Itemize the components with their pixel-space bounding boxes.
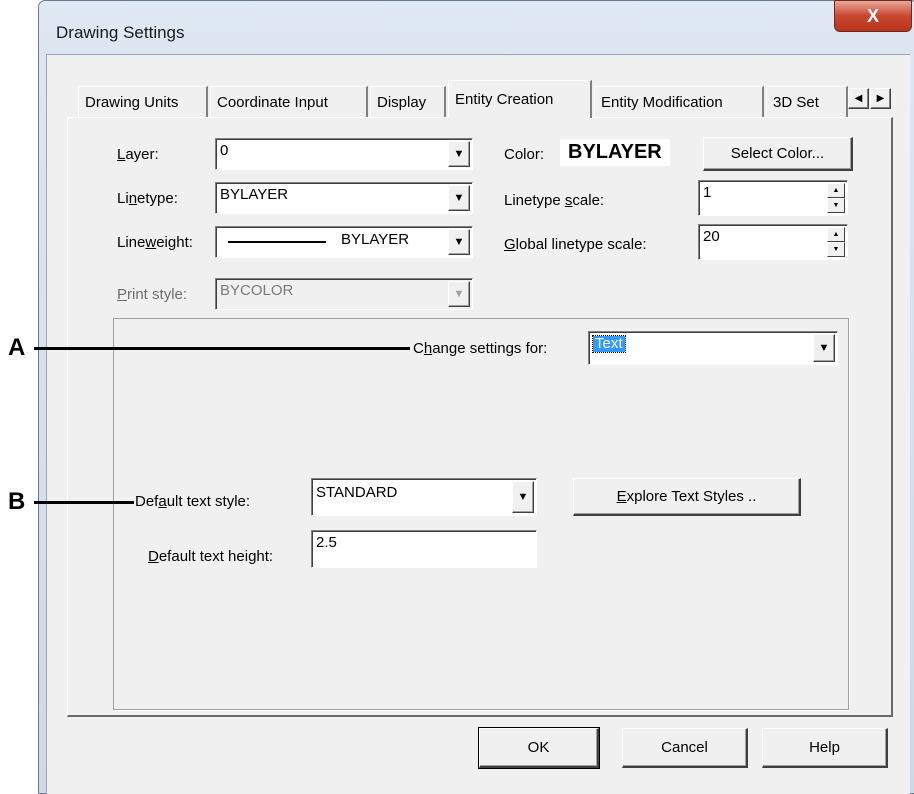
window-title: Drawing Settings: [56, 23, 185, 42]
tab-entity-creation[interactable]: Entity Creation: [448, 80, 592, 118]
linetype-dropdown[interactable]: BYLAYER ▼: [215, 182, 473, 214]
change-settings-dropdown[interactable]: Text ▼: [588, 331, 838, 365]
print-style-dropdown: BYCOLOR ▼: [215, 278, 473, 310]
print-style-label: Print style:: [117, 286, 188, 303]
lineweight-dropdown[interactable]: BYLAYER ▼: [215, 226, 473, 258]
close-icon: X: [866, 5, 879, 26]
explore-text-styles-button[interactable]: Explore Text Styles ..: [573, 478, 801, 516]
layer-dropdown[interactable]: 0 ▼: [215, 138, 473, 170]
annotation-a: A: [8, 334, 26, 361]
help-button[interactable]: Help: [762, 728, 888, 768]
tab-entity-modification[interactable]: Entity Modification: [594, 86, 764, 118]
annotation-b: B: [8, 488, 26, 515]
spin-down-icon[interactable]: ▼: [827, 198, 845, 213]
linetype-scale-spinner[interactable]: 1 ▲ ▼: [698, 180, 848, 216]
cancel-button[interactable]: Cancel: [622, 728, 748, 768]
chevron-down-icon[interactable]: ▼: [448, 185, 470, 211]
tab-scroll-right-icon[interactable]: ▶: [870, 88, 891, 109]
chevron-down-icon[interactable]: ▼: [813, 334, 835, 362]
spin-down-icon[interactable]: ▼: [827, 242, 845, 257]
tab-coordinate-input[interactable]: Coordinate Input: [210, 86, 368, 118]
default-text-style-dropdown[interactable]: STANDARD ▼: [311, 478, 537, 516]
select-color-button[interactable]: Select Color...: [703, 137, 853, 171]
color-value: BYLAYER: [560, 139, 670, 166]
chevron-down-icon[interactable]: ▼: [448, 229, 470, 255]
tab-scroll-left-icon[interactable]: ◀: [848, 88, 869, 109]
tab-display[interactable]: Display: [370, 86, 446, 118]
global-linetype-scale-label: Global linetype scale:: [504, 236, 647, 253]
tab-drawing-units[interactable]: Drawing Units: [78, 86, 208, 118]
annotation-a-line: [34, 347, 410, 350]
linetype-label: Linetype:: [117, 190, 178, 207]
color-label: Color:: [504, 146, 545, 163]
default-text-style-label: Default text style:: [135, 493, 251, 510]
default-text-height-label: Default text height:: [148, 548, 274, 565]
close-button[interactable]: X: [834, 0, 912, 32]
spin-up-icon[interactable]: ▲: [827, 183, 845, 198]
tab-3d-settings[interactable]: 3D Set: [766, 86, 848, 118]
layer-label: Layer:: [117, 146, 159, 163]
ok-button[interactable]: OK: [478, 727, 600, 769]
chevron-down-icon[interactable]: ▼: [448, 141, 470, 167]
linetype-scale-label: Linetype scale:: [504, 192, 605, 209]
default-text-height-input[interactable]: 2.5: [311, 530, 537, 568]
spin-up-icon[interactable]: ▲: [827, 227, 845, 242]
chevron-down-icon: ▼: [448, 281, 470, 307]
lineweight-preview-line: [228, 241, 326, 243]
chevron-down-icon[interactable]: ▼: [512, 481, 534, 513]
annotation-b-line: [34, 501, 134, 504]
lineweight-label: Lineweight:: [117, 234, 193, 251]
global-linetype-scale-spinner[interactable]: 20 ▲ ▼: [698, 224, 848, 260]
change-settings-label: Change settings for:: [411, 340, 548, 357]
